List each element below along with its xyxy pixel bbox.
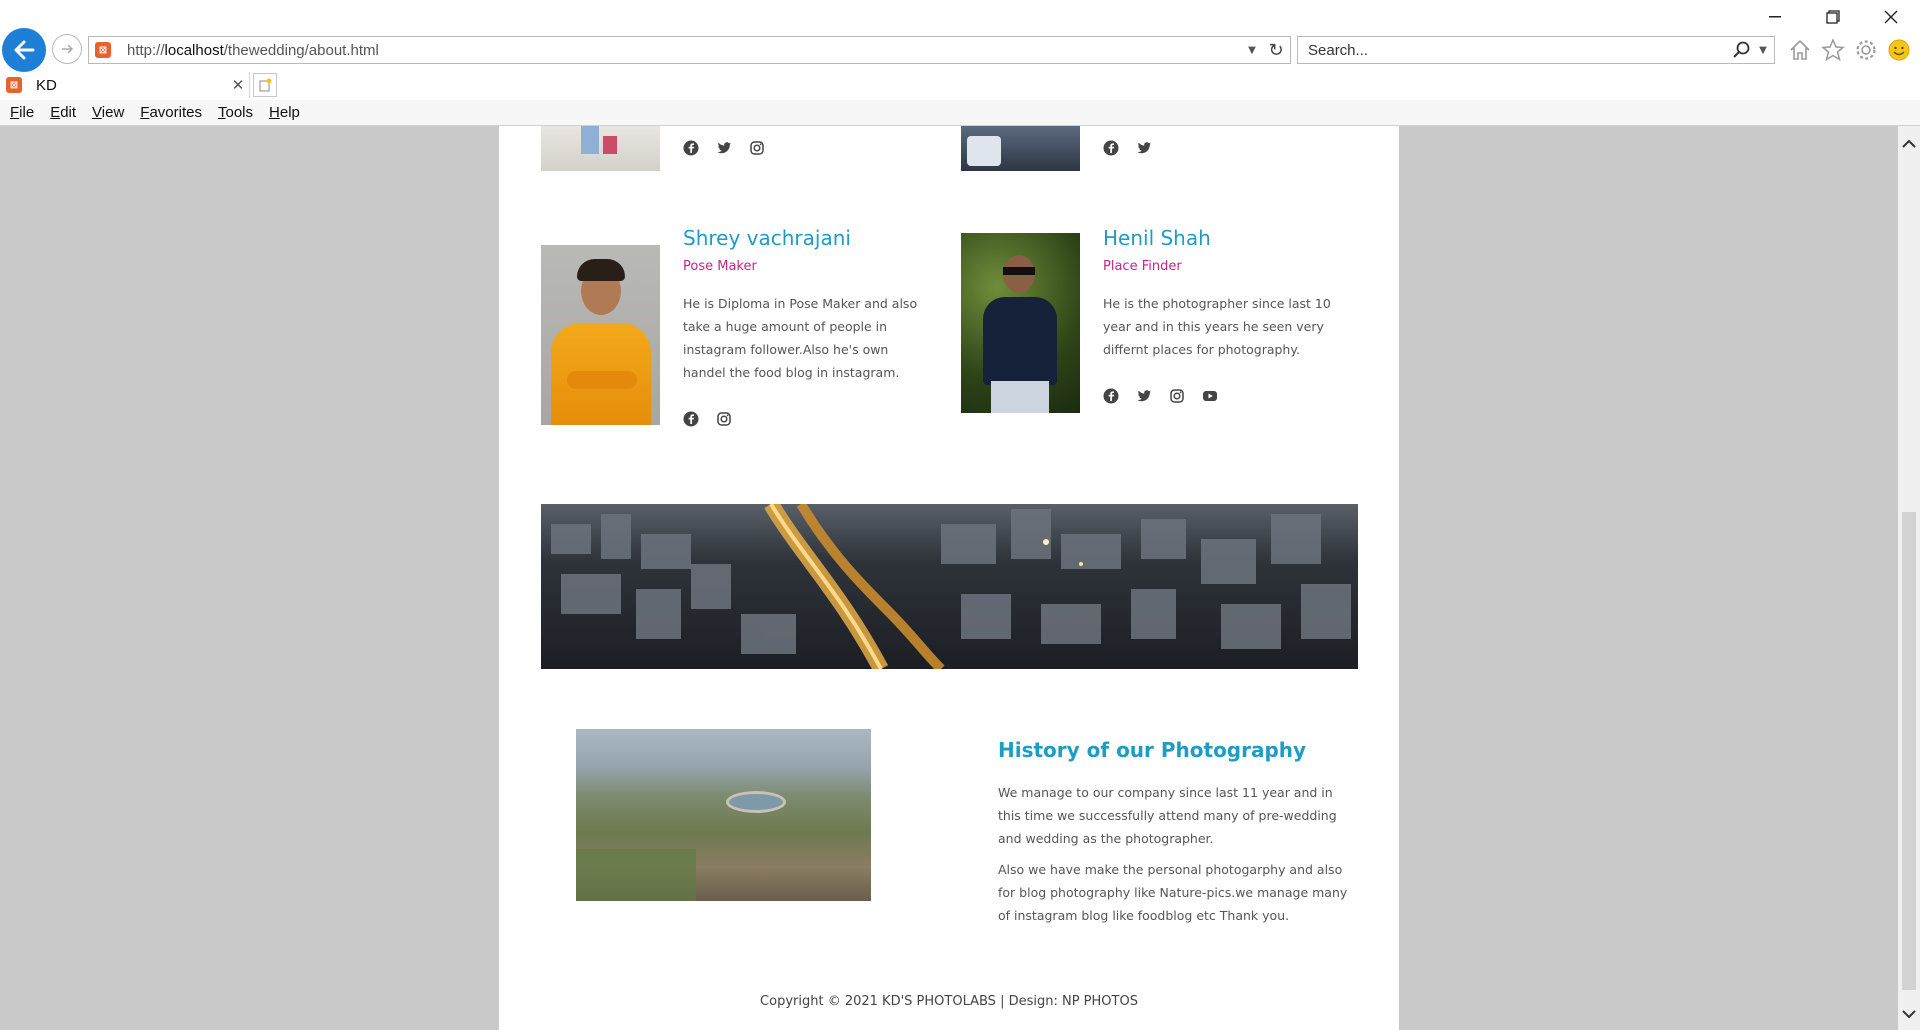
back-arrow-icon: [14, 40, 35, 60]
menu-view[interactable]: View: [92, 104, 124, 121]
member-bio: He is the photographer since last 10 yea…: [1103, 296, 1331, 357]
member-photo-shrey: [541, 245, 660, 425]
settings-gear-icon[interactable]: [1852, 36, 1880, 64]
member-photo-partial-1: [541, 126, 660, 171]
member-bio: He is Diploma in Pose Maker and also tak…: [683, 296, 918, 380]
back-button[interactable]: [2, 28, 46, 72]
tab-title: KD: [36, 76, 57, 94]
member-name: Shrey vachrajani: [683, 226, 851, 250]
forward-button[interactable]: [52, 34, 82, 64]
facebook-icon[interactable]: [683, 140, 699, 156]
member-photo-partial-2: [961, 126, 1080, 171]
social-links-partial-2: [1103, 140, 1152, 156]
new-tab-button[interactable]: [253, 73, 277, 97]
history-aerial-image: [576, 729, 871, 901]
close-window-button[interactable]: [1862, 0, 1920, 34]
history-paragraph-2: Also we have make the personal photogarp…: [998, 862, 1348, 923]
twitter-icon[interactable]: [1136, 388, 1152, 404]
search-input[interactable]: Search...: [1308, 42, 1732, 59]
menu-edit[interactable]: Edit: [50, 104, 76, 121]
tab-row: ⊠ KD ✕: [0, 72, 1920, 98]
facebook-icon[interactable]: [1103, 388, 1119, 404]
member-name: Henil Shah: [1103, 226, 1211, 250]
member-role: Pose Maker: [683, 259, 757, 274]
address-bar[interactable]: ⊠ http://localhost/thewedding/about.html…: [88, 36, 1291, 64]
search-icon[interactable]: [1732, 40, 1752, 60]
instagram-icon[interactable]: [749, 140, 765, 156]
search-box[interactable]: Search... ▼: [1297, 36, 1775, 64]
scroll-up-icon[interactable]: [1898, 134, 1920, 154]
facebook-icon[interactable]: [683, 411, 699, 427]
city-banner-image: [541, 504, 1358, 669]
window-controls: [1746, 0, 1920, 34]
restore-button[interactable]: [1804, 0, 1862, 34]
feedback-smiley-icon[interactable]: [1885, 36, 1913, 64]
browser-chrome: ⊠ http://localhost/thewedding/about.html…: [0, 0, 1920, 126]
search-dropdown-icon[interactable]: ▼: [1752, 45, 1774, 56]
history-title: History of our Photography: [998, 738, 1307, 762]
social-links-shrey: [683, 411, 732, 427]
social-links-henil: [1103, 388, 1218, 404]
home-icon[interactable]: [1786, 36, 1814, 64]
facebook-icon[interactable]: [1103, 140, 1119, 156]
address-dropdown-icon[interactable]: ▼: [1242, 45, 1262, 56]
menu-file[interactable]: File: [10, 104, 34, 121]
refresh-icon[interactable]: ↻: [1262, 40, 1290, 61]
tab-close-icon[interactable]: ✕: [227, 76, 249, 94]
youtube-icon[interactable]: [1202, 388, 1218, 404]
twitter-icon[interactable]: [716, 140, 732, 156]
page-content: Shrey vachrajani Pose Maker He is Diplom…: [499, 126, 1399, 1030]
instagram-icon[interactable]: [716, 411, 732, 427]
favorites-star-icon[interactable]: [1819, 36, 1847, 64]
scrollbar-thumb[interactable]: [1902, 512, 1916, 990]
history-paragraph-1: We manage to our company since last 11 y…: [998, 785, 1337, 846]
menu-bar: File Edit View Favorites Tools Help: [0, 100, 1920, 125]
url-text[interactable]: http://localhost/thewedding/about.html: [127, 42, 1242, 59]
tab-kd[interactable]: ⊠ KD ✕: [0, 72, 250, 98]
site-favicon-icon: ⊠: [95, 42, 111, 58]
new-tab-icon: [259, 78, 272, 92]
page-viewport: Shrey vachrajani Pose Maker He is Diplom…: [0, 126, 1898, 1030]
minimize-button[interactable]: [1746, 0, 1804, 34]
instagram-icon[interactable]: [1169, 388, 1185, 404]
forward-arrow-icon: [62, 44, 74, 54]
member-photo-henil: [961, 233, 1080, 413]
menu-help[interactable]: Help: [269, 104, 300, 121]
member-role: Place Finder: [1103, 259, 1182, 274]
footer-copyright: Copyright © 2021 KD'S PHOTOLABS | Design…: [760, 994, 1138, 1009]
twitter-icon[interactable]: [1136, 140, 1152, 156]
scroll-down-icon[interactable]: [1898, 1004, 1920, 1024]
social-links-partial-1: [683, 140, 765, 156]
menu-favorites[interactable]: Favorites: [140, 104, 202, 121]
vertical-scrollbar[interactable]: [1898, 126, 1920, 1030]
menu-tools[interactable]: Tools: [218, 104, 253, 121]
tab-favicon-icon: ⊠: [6, 77, 22, 93]
